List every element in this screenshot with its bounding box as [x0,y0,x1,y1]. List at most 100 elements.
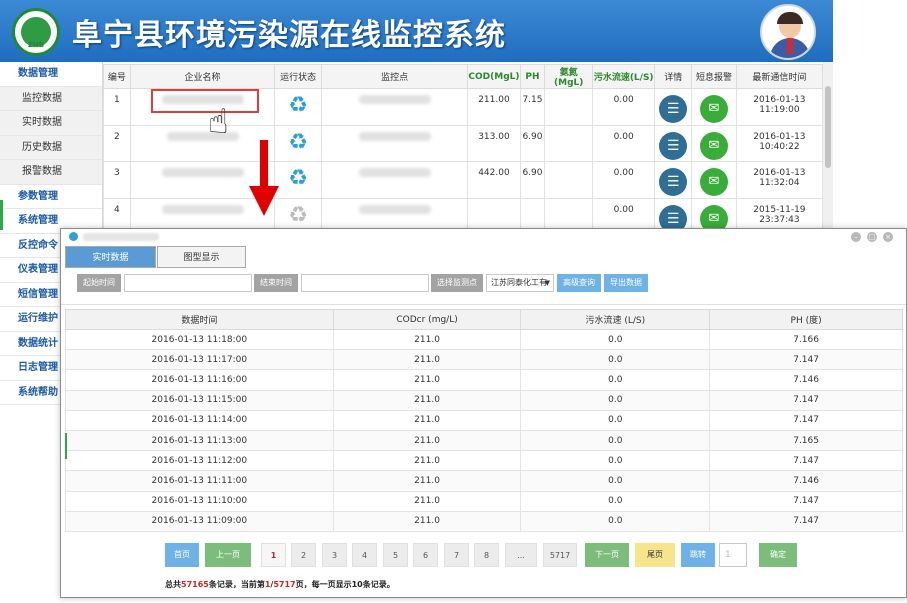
cell-time: 2016-01-13 11:14:00 [65,409,334,431]
cell-time: 2016-01-13 11:17:00 [65,349,334,371]
run-status: ♻ [274,161,322,199]
next-page-button[interactable]: 下一页 [585,543,629,567]
page-button-6[interactable]: 6 [413,543,438,567]
ammonia-value [544,161,594,199]
recycle-stopped-icon: ♻ [288,202,309,228]
run-status: ♻ [274,88,322,126]
col-header-no: 编号 [103,64,131,89]
page-button-5[interactable]: 5 [383,543,408,567]
run-status: ♻ [274,124,322,162]
ph-value: 6.90 [519,124,546,162]
cell-cod: 211.0 [332,389,522,411]
end-time-input[interactable] [301,274,429,292]
cell-cod: 211.0 [332,429,522,452]
end-time-button[interactable]: 结束时间 [254,274,298,292]
user-avatar[interactable] [760,4,816,60]
sidebar-item-history-data[interactable]: 历史数据 [0,135,102,160]
sidebar-active-accent [0,200,3,230]
sidebar-item-alarm-data[interactable]: 报警数据 [0,160,102,185]
list-detail-icon[interactable]: ☰ [659,168,688,196]
last-page-button[interactable]: 尾页 [635,543,675,567]
confirm-jump-button[interactable]: 确定 [759,543,797,567]
first-page-button[interactable]: 首页 [165,543,199,567]
cod-value: 442.00 [467,161,521,199]
cell-time: 2016-01-13 11:12:00 [65,450,334,472]
table-row: 2016-01-13 11:12:00 211.0 0.0 7.147 [65,450,903,472]
jump-page-input[interactable]: 1 [719,543,747,567]
monitor-point-select[interactable]: 江苏同泰化工有 ▼ [486,274,554,292]
col-header-ph-degree: PH (度) [709,309,903,330]
table-scrollbar-thumb[interactable] [825,86,831,168]
cell-cod: 211.0 [332,450,522,472]
col-header-ammonia: 氨氮(MgL) [544,64,594,89]
col-header-codcr: CODcr (mg/L) [332,309,522,330]
blurred-text [358,204,431,214]
last-comm-time: 2016-01-13 11:19:00 [735,88,824,126]
sms-cell: ✉ [691,124,737,162]
page-button-1[interactable]: 1 [261,543,286,567]
col-header-status: 运行状态 [274,64,322,89]
recycle-running-icon: ♻ [288,93,309,118]
sidebar-item-params[interactable]: 参数管理 [0,185,102,209]
select-monitor-point-button[interactable]: 选择监测点 [431,274,483,292]
recycle-running-icon: ♻ [288,129,309,155]
detail-cell: ☰ [654,161,693,199]
cell-time: 2016-01-13 11:13:00 [65,429,334,452]
page-button-4[interactable]: 4 [352,543,377,567]
tab-chart-view[interactable]: 图型显示 [157,246,246,268]
maximize-icon[interactable]: □ [867,232,877,242]
cell-ph: 7.166 [709,328,903,351]
cell-ph: 7.147 [709,490,903,512]
monitor-point-blurred [320,124,469,162]
row-no: 3 [103,161,131,199]
start-time-button[interactable]: 起始时间 [77,274,121,292]
table-row: 2016-01-13 11:09:00 211.0 0.0 7.147 [65,510,903,532]
sidebar-item-data-management[interactable]: 数据管理 [0,62,102,87]
flow-value: 0.00 [592,124,656,162]
cell-cod: 211.0 [332,328,522,351]
export-data-button[interactable]: 导出数据 [604,274,648,292]
table-row: 2016-01-13 11:16:00 211.0 0.0 7.146 [65,369,903,391]
list-detail-icon[interactable]: ☰ [659,95,688,123]
cell-time: 2016-01-13 11:11:00 [65,470,334,492]
row-no: 1 [103,88,131,126]
last-comm-time: 2016-01-13 10:40:22 [735,124,824,162]
prev-page-button[interactable]: 上一页 [205,543,251,567]
list-detail-icon[interactable]: ☰ [659,131,688,160]
realtime-data-table: 数据时间 CODcr (mg/L) 污水流速 (L/S) PH (度) 2016… [65,309,903,532]
sidebar-item-realtime-data[interactable]: 实时数据 [0,111,102,136]
blurred-text [358,131,431,141]
table-row[interactable]: 3 ♻ 442.00 6.90 0.00 ☰ ✉ 2016-01-13 11:3… [103,161,824,199]
col-header-last-comm: 最新通信时间 [735,64,824,89]
minimize-icon[interactable]: – [851,232,861,242]
flow-value: 0.00 [592,88,656,126]
col-header-flow-rate: 污水流速 (L/S) [520,309,711,330]
cell-time: 2016-01-13 11:18:00 [65,328,334,351]
wechat-icon[interactable]: ✉ [699,131,728,160]
cell-ph: 7.147 [709,389,903,411]
company-name-blurred[interactable] [129,124,276,162]
sidebar-item-monitor-data[interactable]: 监控数据 [0,86,102,111]
page-button-2[interactable]: 2 [291,543,316,567]
filter-bar: 起始时间 结束时间 选择监测点 江苏同泰化工有 ▼ 高级查询 导出数据 [61,274,906,296]
jump-button[interactable]: 跳转 [681,543,715,567]
wechat-icon[interactable]: ✉ [699,95,728,123]
cell-flow: 0.0 [520,470,711,492]
advanced-query-button[interactable]: 高级查询 [557,274,601,292]
summary-total-records: 57165 [181,580,209,589]
cell-cod: 211.0 [332,470,522,492]
page-button-7[interactable]: 7 [444,543,469,567]
ph-value: 6.90 [519,161,546,199]
tab-realtime-data[interactable]: 实时数据 [65,246,156,268]
page-button-8[interactable]: 8 [474,543,499,567]
cell-flow: 0.0 [520,490,711,512]
start-time-input[interactable] [124,274,252,292]
page-button-last-number[interactable]: 5717 [543,543,577,567]
close-icon[interactable]: × [883,232,893,242]
col-header-data-time: 数据时间 [65,309,334,330]
cell-ph: 7.146 [709,470,903,492]
col-header-detail: 详情 [654,64,693,89]
wechat-icon[interactable]: ✉ [699,168,728,196]
logo-text: ZHB [27,41,45,49]
page-button-3[interactable]: 3 [322,543,347,567]
